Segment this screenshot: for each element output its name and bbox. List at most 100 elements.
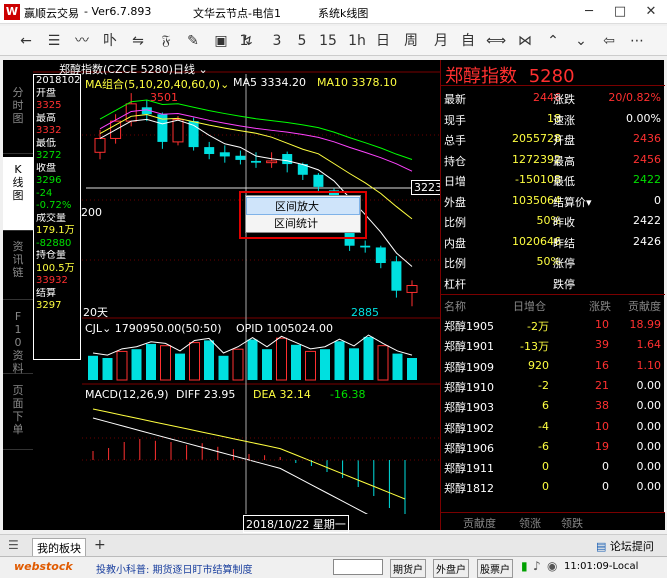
menu-icon[interactable]: ☰ — [8, 538, 19, 552]
volume-bar — [349, 348, 359, 380]
table-row[interactable]: 郑醇1812 0 0 0.00 — [441, 477, 665, 497]
high-price-label: 3501 — [150, 91, 178, 104]
chart-area[interactable]: 郑醇指数(CZCE 5280) 日线 ⌄ 20181022开盘3325最高333… — [33, 60, 445, 530]
arrows-icon[interactable]: ⇋ — [126, 29, 150, 53]
toolbar-period-custom-button[interactable]: 自 — [456, 29, 480, 53]
rank-tab[interactable]: 领涨 — [519, 515, 541, 531]
volume-bar — [146, 343, 156, 380]
contribution: 0.00 — [636, 399, 662, 413]
stock-account-button[interactable]: 股票户 — [477, 559, 513, 578]
more-icon[interactable]: ⋯ — [625, 29, 649, 53]
minimize-button[interactable]: ─ — [574, 0, 604, 24]
tab-my-sector[interactable]: 我的板块 — [32, 538, 86, 558]
info-value: 3297 — [36, 300, 62, 311]
info-value: -82880 — [36, 237, 72, 249]
toolbar-period-1-button[interactable]: 1 — [232, 29, 256, 53]
position-change: 6 — [542, 399, 549, 413]
table-row[interactable]: 郑醇1905 -2万 10 18.99 — [441, 315, 665, 335]
pen-icon[interactable]: ✎ — [181, 29, 205, 53]
toolbar-period-5-button[interactable]: 5 — [290, 29, 314, 53]
expand-icon[interactable]: ⟺ — [484, 29, 508, 53]
info-value: 20181022 — [36, 75, 80, 86]
side-tab-label: 页面下单 — [12, 384, 24, 436]
contract-name: 郑醇1905 — [444, 320, 494, 333]
back-icon[interactable]: ← — [14, 29, 38, 53]
side-tab-2[interactable]: 资讯链 — [3, 234, 33, 300]
overseas-account-button[interactable]: 外盘户 — [433, 559, 469, 578]
expand-up-icon[interactable]: ⌄ — [569, 29, 593, 53]
candle-body — [406, 285, 418, 293]
price-change: 19 — [595, 439, 609, 453]
toolbar-period-day-button[interactable]: 日 — [371, 29, 395, 53]
rank-tab[interactable]: 领跌 — [561, 515, 583, 531]
menu-item-zoom-range[interactable]: 区间放大 — [246, 197, 360, 215]
maximize-button[interactable]: □ — [605, 0, 635, 24]
collapse-icon[interactable]: ⌃ — [541, 29, 565, 53]
add-tab-button[interactable]: + — [94, 537, 106, 553]
table-row[interactable]: 郑醇1910 -2 21 0.00 — [441, 376, 665, 396]
close-button[interactable]: ✕ — [636, 0, 666, 24]
position-change: 920 — [528, 358, 549, 372]
side-tab-3[interactable]: F10资料 — [3, 304, 33, 375]
quote-value: 2422 — [633, 173, 661, 186]
macd-value: -16.38 — [330, 388, 366, 401]
volume-bar — [218, 355, 229, 380]
table-row[interactable]: 郑醇1906 -6 19 0.00 — [441, 437, 665, 457]
days-label: 20天 — [83, 306, 108, 319]
contract-name: 郑醇1903 — [444, 401, 494, 415]
toolbar-period-15-button[interactable]: 15 — [316, 29, 340, 53]
bottom-tab-bar: 我的板块 + ☰ ▤ 论坛提问 — [0, 534, 667, 558]
quote-label: 比例 — [444, 216, 466, 229]
price-change: 10 — [595, 318, 609, 331]
line-chart-icon[interactable]: 〰 — [70, 29, 94, 53]
column-header[interactable]: 日增仓 — [513, 298, 546, 314]
info-value: -0.72% — [36, 200, 72, 211]
toolbar-period-1h-button[interactable]: 1h — [345, 29, 369, 53]
tip-text[interactable]: 投教小科普: 期货逐日盯市结算制度 — [96, 561, 253, 576]
search-input[interactable] — [333, 559, 383, 575]
toolbar-period-week-button[interactable]: 周 — [399, 29, 423, 53]
side-tab-0[interactable]: 分时图 — [3, 80, 33, 154]
user-icon[interactable]: ◉ — [547, 559, 557, 573]
chart-canvas[interactable] — [33, 60, 440, 530]
split-icon[interactable]: 卟 — [98, 29, 122, 53]
ma-combo-label: MA组合(5,10,20,40,60,0) — [85, 78, 221, 91]
ma5-label: MA5 3334.20 — [233, 76, 306, 89]
rank-tab[interactable]: 贡献度 — [463, 515, 496, 531]
period-selector[interactable]: 日线 ⌄ — [173, 61, 208, 77]
table-row[interactable]: 郑醇1903 6 38 0.00 — [441, 396, 665, 416]
column-header[interactable]: 涨跌 — [589, 298, 611, 314]
menu-item-range-stats[interactable]: 区间统计 — [246, 215, 360, 233]
side-tab-1[interactable]: K线图 — [3, 157, 33, 231]
signal-icon: ▮ — [521, 559, 528, 573]
info-value: 最低 — [36, 137, 56, 149]
column-header[interactable]: 贡献度 — [628, 298, 661, 314]
table-row[interactable]: 郑醇1911 0 0 0.00 — [441, 457, 665, 477]
toolbar-period-month-button[interactable]: 月 — [429, 29, 453, 53]
prev-icon[interactable]: ⇦ — [597, 29, 621, 53]
table-row[interactable]: 郑醇1901 -13万 39 1.64 — [441, 335, 665, 355]
candle-body — [219, 152, 230, 157]
quote-label: 现手 — [444, 113, 466, 127]
side-tab-4[interactable]: 页面下单 — [3, 378, 33, 450]
column-header[interactable]: 名称 — [444, 298, 466, 314]
ma-header[interactable]: MA组合(5,10,20,40,60,0)⌄ — [85, 76, 229, 92]
table-row[interactable]: 郑醇1909 920 16 1.10 — [441, 356, 665, 376]
forum-button[interactable]: ▤ 论坛提问 — [596, 538, 654, 554]
candle-body — [313, 174, 324, 187]
contract-name: 郑醇1902 — [444, 421, 494, 435]
list-icon[interactable]: ☰ — [42, 29, 66, 53]
toolbar-period-3-button[interactable]: 3 — [265, 29, 289, 53]
sound-icon[interactable]: ♪ — [533, 559, 541, 573]
table-row[interactable]: 郑醇1902 -4 10 0.00 — [441, 417, 665, 437]
price-change: 38 — [595, 399, 609, 413]
shrink-icon[interactable]: ⋈ — [513, 29, 537, 53]
futures-account-button[interactable]: 期货户 — [390, 559, 426, 578]
quote-row: 杠杆 跌停 — [441, 273, 665, 293]
candle-body — [360, 245, 371, 248]
contribution: 0.00 — [636, 460, 662, 474]
kline-icon[interactable]: 𝔉 — [154, 29, 178, 53]
quote-row: 外盘 1035064 结算价▾ 0 — [441, 191, 665, 211]
save-icon[interactable]: ▣ — [209, 29, 233, 53]
position-change: -6 — [538, 439, 549, 453]
